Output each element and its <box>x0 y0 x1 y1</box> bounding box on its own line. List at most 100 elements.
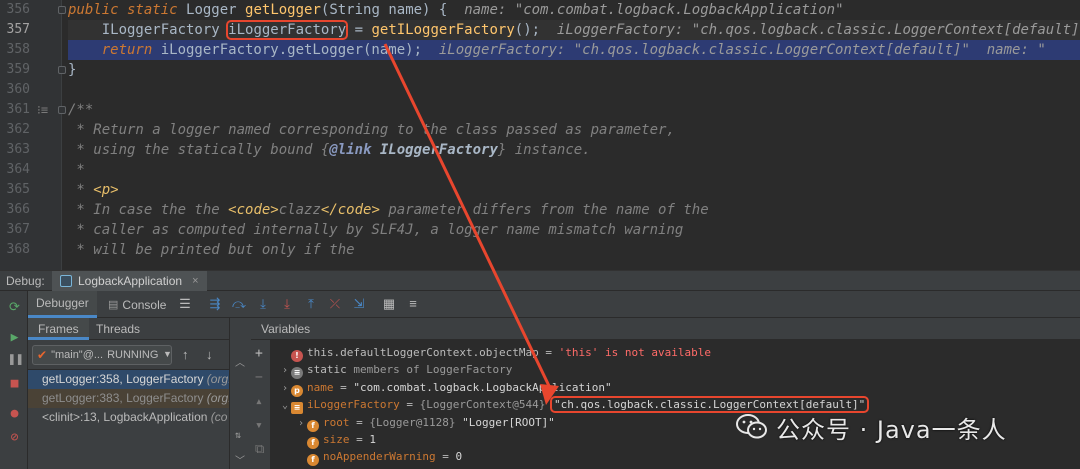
chevron-down-icon[interactable]: ﹀ <box>235 452 245 467</box>
frames-panel: Frames Threads ✔ "main"@... RUNNING ▼ ↑ … <box>28 318 250 469</box>
frames-tabs: Frames Threads <box>28 318 250 340</box>
variable-row[interactable]: › p name = "com.combat.logback.LogbackAppl… <box>271 379 612 397</box>
line-number[interactable]: 357 <box>0 20 30 40</box>
line-number[interactable]: 362 <box>0 120 30 140</box>
line-number[interactable]: 363 <box>0 140 30 160</box>
code-token: /** <box>68 102 94 118</box>
move-down-icon[interactable]: ▾ <box>255 418 263 433</box>
chevron-up-icon[interactable]: ︿ <box>235 354 245 369</box>
code-line[interactable]: * In case the the <code>clazz</code> par… <box>68 200 1080 220</box>
variable-kind-icon: p <box>291 384 303 397</box>
code-line[interactable]: ILoggerFactory iLoggerFactory = getILogg… <box>68 20 1080 40</box>
line-number[interactable]: 356 <box>0 0 30 20</box>
thread-selector[interactable]: ✔ "main"@... RUNNING ▼ <box>32 345 172 365</box>
step-over-icon[interactable]: ⤼ <box>232 297 246 311</box>
tab-debugger[interactable]: Debugger <box>28 291 97 318</box>
frame-row[interactable]: getLogger:383, LoggerFactory (org.s <box>28 389 250 408</box>
variable-row[interactable]: ! this.defaultLoggerContext.objectMap = '… <box>271 344 711 362</box>
step-out-icon[interactable]: ⤒ <box>304 297 318 311</box>
tab-console[interactable]: ▤ Console <box>100 291 174 318</box>
frame-row[interactable]: <clinit>:13, LogbackApplication (co <box>28 408 250 427</box>
fold-marker-icon[interactable] <box>58 6 66 14</box>
expand-toggle-icon[interactable]: › <box>295 415 307 432</box>
code-line[interactable]: * <box>68 160 1080 180</box>
fold-marker-icon[interactable] <box>58 106 66 114</box>
variable-kind-icon: f <box>307 454 319 467</box>
resume-icon[interactable]: ▶ <box>8 331 21 344</box>
variable-row[interactable]: f noAppenderWarning = 0 <box>271 448 462 467</box>
code-line[interactable]: /** <box>68 100 1080 120</box>
code-token: name: "com.combat.logback.LogbackApplica… <box>464 2 844 18</box>
tab-frames[interactable]: Frames <box>28 318 89 340</box>
variable-row[interactable]: › f root = {Logger@1128} "Logger[ROOT]" <box>271 414 555 432</box>
code-editor[interactable]: 356 357 358 359 360 361 362 363 364 365 366 367 368 ⁝… <box>0 0 1080 270</box>
line-number[interactable]: 367 <box>0 220 30 240</box>
rerun-icon[interactable]: ⟳ <box>8 301 21 314</box>
code-token: } <box>68 62 77 78</box>
tab-console-label: Console <box>122 297 167 312</box>
line-number[interactable]: 361 <box>0 100 30 120</box>
variable-name: iLoggerFactory <box>307 398 400 412</box>
code-line[interactable]: * using the statically bound {@link ILog… <box>68 140 1080 160</box>
expand-toggle-icon[interactable]: › <box>279 362 291 379</box>
force-step-into-icon[interactable]: ⤓ <box>280 297 294 311</box>
debug-session-tab-label: LogbackApplication <box>78 274 183 288</box>
line-number[interactable]: 360 <box>0 80 30 100</box>
layout-menu-icon[interactable]: ☰ <box>178 297 192 311</box>
code-line[interactable]: public static Logger getLogger(String na… <box>68 0 1080 20</box>
line-number[interactable]: 368 <box>0 240 30 260</box>
frames-scrollbar[interactable]: ︿ ⇅ ﹀ <box>229 318 251 469</box>
variable-kind-icon: f <box>307 437 319 449</box>
variables-header: Variables <box>251 318 1080 340</box>
variable-name: name <box>307 380 334 394</box>
console-icon: ▤ <box>108 299 119 311</box>
copy-icon[interactable]: ⧉ <box>255 442 264 457</box>
debug-label: Debug: <box>6 274 45 288</box>
stop-icon[interactable]: ■ <box>8 377 21 390</box>
fold-marker-icon[interactable] <box>58 66 66 74</box>
line-number[interactable]: 365 <box>0 180 30 200</box>
line-number[interactable]: 364 <box>0 160 30 180</box>
code-token: (); <box>514 22 557 38</box>
variable-eq: = <box>333 380 354 394</box>
debug-tool-window-header: Debug: LogbackApplication × <box>0 270 1080 291</box>
frame-row[interactable]: getLogger:358, LoggerFactory (org.s <box>28 370 250 389</box>
variable-row[interactable]: f size = 1 <box>271 431 376 449</box>
add-watch-icon[interactable]: + <box>255 346 263 361</box>
code-line[interactable]: * <p> <box>68 180 1080 200</box>
evaluate-expression-icon[interactable]: ▦ <box>382 297 396 311</box>
trace-icon[interactable]: ≡ <box>406 297 420 311</box>
line-number[interactable]: 359 <box>0 60 30 80</box>
code-line[interactable]: } <box>68 60 1080 80</box>
move-up-icon[interactable]: ▴ <box>255 394 263 409</box>
view-breakpoints-icon[interactable]: ● <box>8 407 21 420</box>
step-into-icon[interactable]: ⤓ <box>256 297 270 311</box>
debug-session-tab[interactable]: LogbackApplication × <box>52 271 207 291</box>
arrow-up-icon[interactable]: ↑ <box>182 347 189 362</box>
close-icon[interactable]: × <box>192 275 198 287</box>
code-line[interactable]: * caller as computed internally by SLF4J… <box>68 220 1080 240</box>
variable-row[interactable]: › ≡ static members of LoggerFactory <box>271 361 513 380</box>
line-number[interactable]: 366 <box>0 200 30 220</box>
variable-eq: = <box>538 346 559 359</box>
variable-value: members of LoggerFactory <box>353 363 513 377</box>
show-execution-point-icon[interactable]: ⇶ <box>208 297 222 311</box>
execution-point-line[interactable]: return iLoggerFactory.getLogger(name); i… <box>68 40 1080 60</box>
code-line[interactable] <box>68 80 1080 100</box>
drop-frame-icon[interactable]: ⤫ <box>328 297 342 311</box>
variable-eq: = <box>349 433 370 446</box>
arrow-down-icon[interactable]: ↓ <box>206 347 213 362</box>
expand-icon[interactable]: ⇅ <box>235 430 241 441</box>
expand-toggle-icon[interactable]: ⌄ <box>279 397 291 414</box>
run-to-cursor-icon[interactable]: ⇲ <box>352 297 366 311</box>
variable-value: 1 <box>369 433 376 446</box>
remove-watch-icon[interactable]: − <box>255 370 263 385</box>
tab-threads[interactable]: Threads <box>86 318 150 340</box>
line-number[interactable]: 358 <box>0 40 30 60</box>
doc-comment-icon[interactable]: ⁝≡ <box>37 100 48 120</box>
code-line[interactable]: * Return a logger named corresponding to… <box>68 120 1080 140</box>
mute-breakpoints-icon[interactable]: ⊘ <box>8 431 21 444</box>
pause-icon[interactable]: ❚❚ <box>8 353 24 366</box>
code-line[interactable]: * will be printed but only if the <box>68 240 1080 260</box>
expand-toggle-icon[interactable]: › <box>279 380 291 397</box>
